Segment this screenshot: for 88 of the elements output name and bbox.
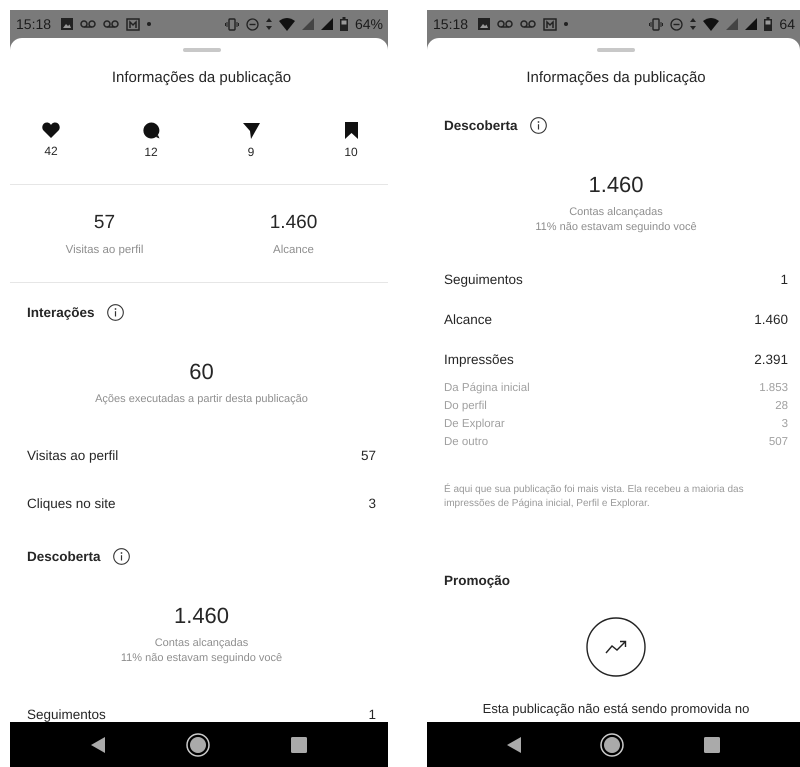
metric-label: Visitas ao perfil: [27, 448, 118, 462]
paper-plane-icon: [242, 122, 260, 138]
metric-label: Alcance: [444, 312, 492, 326]
signal-icon: [302, 18, 314, 30]
image-icon: [478, 18, 490, 30]
sheet-title: Informações da publicação: [525, 68, 707, 88]
metric-value: 1: [780, 272, 788, 286]
comment-bubble-icon: [142, 122, 160, 138]
home-icon[interactable]: [600, 732, 624, 756]
stat-label: Alcance: [273, 244, 314, 256]
home-icon[interactable]: [186, 732, 210, 756]
stat-value: 1.460: [270, 212, 318, 234]
summary-caption: Ações executadas a partir desta publicação: [95, 392, 308, 407]
heart-icon: [42, 122, 60, 138]
dot-icon: [147, 22, 152, 26]
image-icon: [61, 18, 74, 30]
summary-value: 1.460: [174, 602, 230, 630]
voicemail-icon: [80, 20, 96, 28]
signal-icon: [726, 18, 738, 30]
promotion-text: Esta publicação não está sendo promovida no: [482, 701, 750, 716]
data-arrows-icon: [690, 18, 696, 30]
stat-count: 42: [44, 144, 58, 158]
metric-value: 507: [768, 436, 788, 448]
summary-value: 60: [189, 358, 214, 386]
info-icon[interactable]: [112, 548, 130, 564]
voicemail-icon: [103, 20, 120, 28]
drag-handle[interactable]: [182, 48, 220, 52]
section-title: Descoberta: [27, 548, 101, 564]
metric-value: 1.853: [759, 382, 788, 394]
recents-icon[interactable]: [291, 736, 308, 752]
battery-level: 64: [779, 16, 795, 32]
stat-count: 9: [248, 144, 254, 158]
metric-label: Da Página inicial: [444, 382, 530, 394]
metric-label: De outro: [444, 436, 488, 448]
summary-caption: 11% não estavam seguindo você: [120, 651, 282, 666]
metric-label: De Explorar: [444, 418, 505, 430]
metric-value: 1.460: [754, 312, 788, 326]
metric-value: 2.391: [754, 352, 788, 366]
wifi-icon: [278, 18, 295, 30]
section-title: Interações: [27, 304, 95, 320]
back-icon[interactable]: [90, 736, 105, 752]
note-text: É aqui que sua publicação foi mais vista. Ela recebeu a maioria das impressões de Página inicial, Perfil e Explorar.: [444, 483, 745, 511]
metric-label: Impressões: [444, 352, 514, 366]
recents-icon[interactable]: [704, 736, 720, 752]
stat-count: 12: [144, 144, 158, 158]
mail-icon: [543, 18, 558, 30]
voicemail-icon: [520, 20, 536, 28]
section-title: Promoção: [444, 572, 510, 588]
metric-value: 3: [368, 496, 376, 510]
stat-count: 10: [344, 144, 358, 158]
signal-icon: [745, 18, 758, 30]
dot-icon: [564, 22, 568, 26]
do-not-disturb-icon: [246, 18, 259, 30]
bookmark-icon: [344, 122, 358, 138]
summary-caption: Contas alcançadas: [154, 636, 248, 651]
vibrate-icon: [649, 18, 664, 30]
info-icon[interactable]: [106, 304, 124, 320]
summary-caption: Contas alcançadas: [569, 205, 663, 220]
vibrate-icon: [224, 18, 239, 30]
battery-icon: [764, 17, 772, 31]
clock-time: 15:18: [16, 16, 52, 32]
do-not-disturb-icon: [670, 18, 684, 30]
voicemail-icon: [497, 20, 514, 28]
metric-value: 28: [775, 400, 788, 412]
data-arrows-icon: [266, 18, 272, 30]
clock-time: 15:18: [433, 16, 468, 32]
battery-icon: [340, 17, 348, 31]
metric-value: 57: [360, 448, 376, 462]
metric-value: 3: [782, 418, 788, 430]
info-icon[interactable]: [530, 116, 547, 134]
metric-value: 1: [368, 706, 376, 722]
signal-icon: [320, 18, 333, 30]
metric-label: Seguimentos: [444, 272, 523, 286]
metric-label: Do perfil: [444, 400, 487, 412]
summary-caption: 11% não estavam seguindo você: [535, 220, 697, 235]
drag-handle[interactable]: [597, 48, 635, 52]
battery-level: 64%: [354, 16, 383, 32]
stat-value: 57: [94, 212, 116, 234]
stat-label: Visitas ao perfil: [66, 244, 144, 256]
metric-label: Seguimentos: [27, 706, 106, 722]
section-title: Descoberta: [444, 118, 518, 132]
metric-label: Cliques no site: [27, 496, 116, 510]
mail-icon: [126, 18, 140, 30]
summary-value: 1.460: [588, 171, 644, 199]
back-icon[interactable]: [506, 736, 521, 752]
wifi-icon: [703, 18, 720, 30]
trending-icon: [586, 617, 646, 677]
sheet-title: Informações da publicação: [110, 68, 292, 88]
